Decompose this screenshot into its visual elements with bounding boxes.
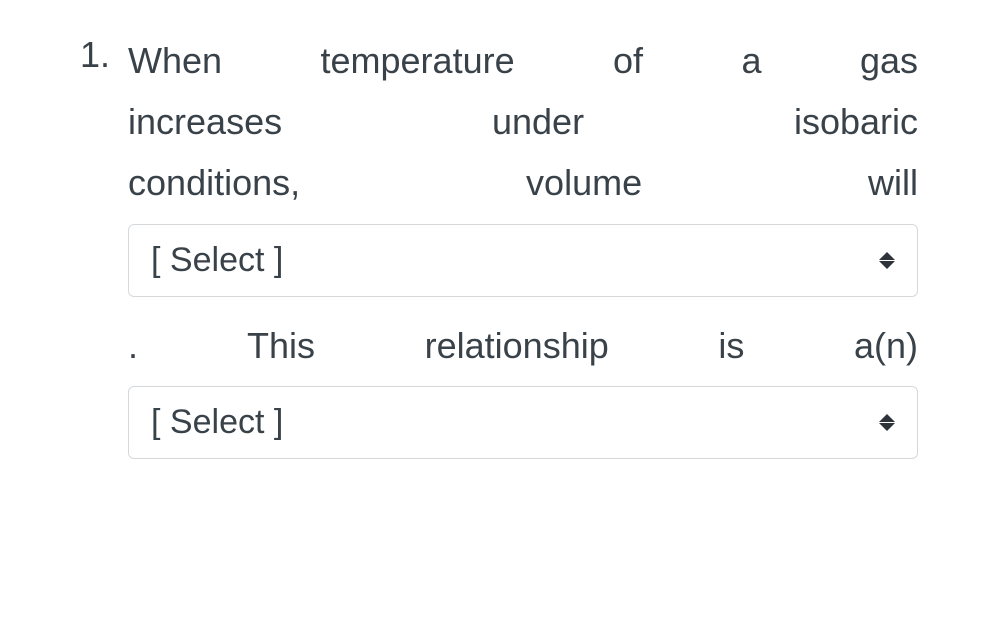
select-placeholder: [ Select ] (151, 403, 283, 442)
question-number: 1. (80, 30, 110, 80)
question-text-part-2: . This relationship is a(n) (128, 315, 918, 376)
question-body: When temperature of a gas increases unde… (128, 30, 918, 477)
select-placeholder: [ Select ] (151, 241, 283, 280)
question-text-line-4: . This relationship is a(n) (128, 315, 918, 376)
select-relationship-type[interactable]: [ Select ] (128, 386, 918, 459)
chevron-updown-icon (879, 252, 895, 269)
select-volume-change[interactable]: [ Select ] (128, 224, 918, 297)
chevron-updown-icon (879, 414, 895, 431)
question-text-line-2: increases under isobaric (128, 91, 918, 152)
question-container: 1. When temperature of a gas increases u… (80, 30, 918, 477)
question-text-line-3: conditions, volume will (128, 152, 918, 213)
question-text-line-1: When temperature of a gas (128, 30, 918, 91)
